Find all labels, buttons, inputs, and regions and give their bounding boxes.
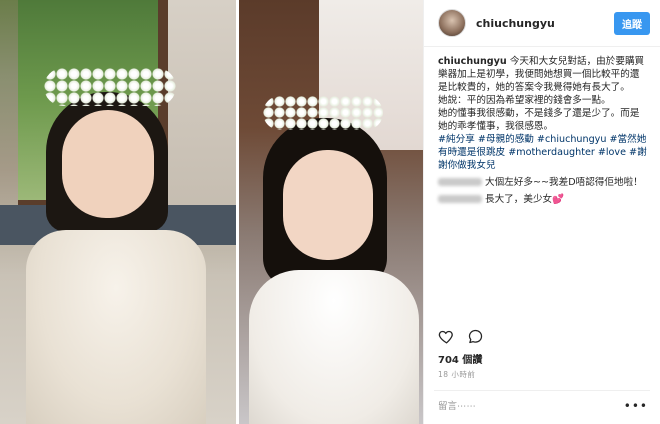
avatar[interactable] bbox=[438, 9, 466, 37]
post-username[interactable]: chiuchungyu bbox=[476, 17, 614, 30]
more-icon[interactable]: ••• bbox=[624, 399, 650, 413]
photo-right-girl bbox=[239, 0, 423, 424]
follow-button[interactable]: 追蹤 bbox=[614, 11, 650, 35]
post-photo[interactable] bbox=[0, 0, 423, 424]
photo-face bbox=[283, 150, 373, 260]
post-header: chiuchungyu 追蹤 bbox=[424, 0, 660, 47]
likes-count[interactable]: 704 個讚 bbox=[438, 351, 482, 366]
heart-icon[interactable] bbox=[438, 328, 455, 349]
comments-list: chiuchungyu 今天和大女兒對話，由於要購買樂器加上是初學，我便問她想買… bbox=[424, 47, 660, 335]
photo-face bbox=[62, 110, 154, 218]
comment-item: 大個左好多~~我差D唔認得佢地啦！ bbox=[438, 176, 648, 189]
photo-flower-crown bbox=[44, 68, 176, 106]
comment-box: ••• bbox=[434, 390, 650, 421]
post-timestamp: 18 小時前 bbox=[438, 370, 476, 379]
comment-username-blurred bbox=[438, 195, 482, 203]
post-side-panel: chiuchungyu 追蹤 chiuchungyu 今天和大女兒對話，由於要購… bbox=[423, 0, 660, 424]
heart-emoji: 💕 bbox=[552, 194, 565, 205]
comment-username-blurred bbox=[438, 178, 482, 186]
comment-text: 大個左好多~~我差D唔認得佢地啦！ bbox=[485, 177, 643, 188]
comment-text: 長大了，美少女 bbox=[485, 194, 553, 205]
caption-hashtags[interactable]: #純分享 #母親的感動 #chiuchungyu #當然她有時還是很跳皮 #mo… bbox=[438, 133, 648, 172]
photo-left-girl bbox=[0, 0, 236, 424]
photo-dress bbox=[26, 230, 206, 424]
photo-flower-crown bbox=[263, 96, 383, 130]
comment-item: 長大了，美少女💕 bbox=[438, 193, 648, 206]
comment-input[interactable] bbox=[434, 399, 624, 413]
caption-quote: 她說：平的因為希望家裡的錢會多一點。 bbox=[438, 95, 611, 106]
action-bar bbox=[438, 328, 484, 349]
caption-more: 她的懂事我很感動，不是錢多了還是少了。而是她的乖孝懂事，我很感恩。 bbox=[438, 108, 640, 132]
caption-username[interactable]: chiuchungyu bbox=[438, 56, 507, 67]
photo-dress bbox=[249, 270, 419, 424]
comment-icon[interactable] bbox=[467, 328, 484, 349]
caption: chiuchungyu 今天和大女兒對話，由於要購買樂器加上是初學，我便問她想買… bbox=[438, 55, 648, 94]
